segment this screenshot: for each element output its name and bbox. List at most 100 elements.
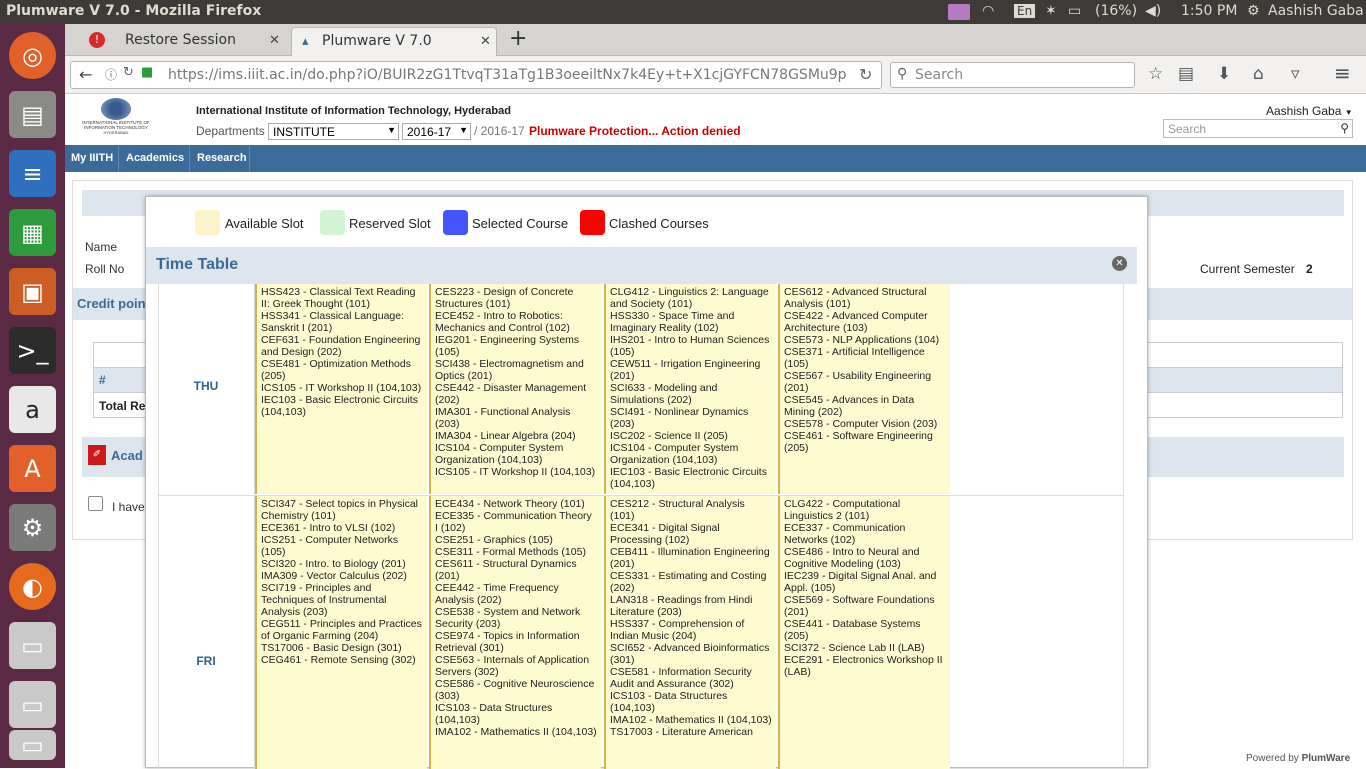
terminal-icon[interactable]: >_ xyxy=(9,327,56,374)
slot-cell[interactable]: CES223 - Design of Concrete Structures (… xyxy=(429,284,601,494)
pocket-icon[interactable]: ▿ xyxy=(1291,64,1300,84)
course-entry[interactable]: ICS103 - Data Structures (104,103) xyxy=(435,702,597,726)
firefox-icon[interactable]: ◐ xyxy=(9,563,56,610)
course-entry[interactable]: CSE567 - Usability Engineering (201) xyxy=(784,370,946,394)
course-entry[interactable]: TS17003 - Literature American xyxy=(610,726,772,738)
course-entry[interactable]: CSE251 - Graphics (105) xyxy=(435,534,597,546)
tab-restore-session[interactable]: ! Restore Session ✕ xyxy=(79,27,293,56)
reading-list-icon[interactable]: ▤ xyxy=(1178,64,1194,84)
slot-cell[interactable]: ECE434 - Network Theory (101) ECE335 - Co… xyxy=(429,496,601,769)
course-entry[interactable]: IMA301 - Functional Analysis (203) xyxy=(435,406,597,430)
course-entry[interactable]: SCI719 - Principles and Techniques of In… xyxy=(261,582,423,618)
slot-cell[interactable]: CLG422 - Computational Linguistics 2 (10… xyxy=(778,496,950,769)
course-entry[interactable]: CSE311 - Formal Methods (105) xyxy=(435,546,597,558)
gear-icon[interactable]: ⚙ xyxy=(1247,3,1260,19)
menu-icon[interactable]: ≡ xyxy=(1334,61,1351,85)
pdf-icon[interactable]: ✐ xyxy=(88,445,106,465)
course-entry[interactable]: ECE337 - Communication Networks (102) xyxy=(784,522,946,546)
bluetooth-icon[interactable]: ✶ xyxy=(1045,3,1057,19)
course-entry[interactable]: CSE578 - Computer Vision (203) xyxy=(784,418,946,430)
slot-cell[interactable]: HSS423 - Classical Text Reading II: Gree… xyxy=(255,284,427,494)
course-entry[interactable]: IEC103 - Basic Electronic Circuits (104,… xyxy=(610,466,772,490)
browser-search[interactable]: ⚲ Search xyxy=(890,62,1135,88)
course-entry[interactable]: CES331 - Estimating and Costing (202) xyxy=(610,570,772,594)
course-entry[interactable]: IEC239 - Digital Signal Anal. and Appl. … xyxy=(784,570,946,594)
course-entry[interactable]: HSS337 - Comprehension of Indian Music (… xyxy=(610,618,772,642)
course-entry[interactable]: ICS105 - IT Workshop II (104,103) xyxy=(261,382,423,394)
course-entry[interactable]: CSE538 - System and Network Security (20… xyxy=(435,606,597,630)
course-entry[interactable]: LAN318 - Readings from Hindi Literature … xyxy=(610,594,772,618)
slot-cell[interactable]: SCI347 - Select topics in Physical Chemi… xyxy=(255,496,427,769)
course-entry[interactable]: HSS341 - Classical Language: Sanskrit I … xyxy=(261,310,423,334)
agree-checkbox[interactable] xyxy=(88,496,103,511)
course-entry[interactable]: CEB411 - Illumination Engineering (201) xyxy=(610,546,772,570)
course-entry[interactable]: ICS104 - Computer System Organization (1… xyxy=(435,442,597,466)
drive-icon-2[interactable]: ▭ xyxy=(9,681,56,728)
menu-item-academics[interactable]: Academics xyxy=(126,152,184,164)
course-entry[interactable]: ICS104 - Computer System Organization (1… xyxy=(610,442,772,466)
course-entry[interactable]: SCI491 - Nonlinear Dynamics (203) xyxy=(610,406,772,430)
url-bar[interactable]: ← ⓘ ↻ ■ https://ims.iiit.ac.in/do.php?iO… xyxy=(70,61,882,89)
course-entry[interactable]: IMA309 - Vector Calculus (202) xyxy=(261,570,423,582)
course-entry[interactable]: ECE335 - Communication Theory I (102) xyxy=(435,510,597,534)
back-icon[interactable]: ← xyxy=(79,65,92,84)
course-entry[interactable]: ISC202 - Science II (205) xyxy=(610,430,772,442)
course-entry[interactable]: CES223 - Design of Concrete Structures (… xyxy=(435,286,597,310)
course-entry[interactable]: IEC103 - Basic Electronic Circuits (104,… xyxy=(261,394,423,418)
course-entry[interactable]: ECE341 - Digital Signal Processing (102) xyxy=(610,522,772,546)
reload-icon[interactable]: ↻ xyxy=(859,65,872,84)
slot-cell[interactable]: CES612 - Advanced Structural Analysis (1… xyxy=(778,284,950,494)
course-entry[interactable]: SCI320 - Intro. to Biology (201) xyxy=(261,558,423,570)
course-entry[interactable]: CSE461 - Software Engineering (205) xyxy=(784,430,946,454)
user-menu[interactable]: Aashish Gaba ▼ xyxy=(1266,104,1353,118)
course-entry[interactable]: IHS201 - Intro to Human Sciences (105) xyxy=(610,334,772,358)
wifi-icon[interactable]: ◠ xyxy=(982,3,994,19)
course-entry[interactable]: CSE481 - Optimization Methods (205) xyxy=(261,358,423,382)
menu-item-my-iiith[interactable]: My IIITH xyxy=(71,152,113,164)
course-entry[interactable]: CSE569 - Software Foundations (201) xyxy=(784,594,946,618)
course-entry[interactable]: CSE486 - Intro to Neural and Cognitive M… xyxy=(784,546,946,570)
download-icon[interactable]: ⬇ xyxy=(1217,64,1231,84)
course-entry[interactable]: HSS330 - Space Time and Imaginary Realit… xyxy=(610,310,772,334)
software-center-icon[interactable]: A xyxy=(9,445,56,492)
course-entry[interactable]: ECE361 - Intro to VLSI (102) xyxy=(261,522,423,534)
amazon-icon[interactable]: a xyxy=(9,386,56,433)
course-entry[interactable]: CEW511 - Irrigation Engineering (201) xyxy=(610,358,772,382)
course-entry[interactable]: CEG461 - Remote Sensing (302) xyxy=(261,654,423,666)
course-entry[interactable]: CES212 - Structural Analysis (101) xyxy=(610,498,772,522)
course-entry[interactable]: ICS105 - IT Workshop II (104,103) xyxy=(435,466,597,478)
department-select[interactable]: INSTITUTE ▼ xyxy=(268,123,399,140)
close-icon[interactable]: ✕ xyxy=(1112,256,1127,271)
slot-cell[interactable]: CES212 - Structural Analysis (101) ECE341… xyxy=(604,496,776,769)
course-entry[interactable]: CSE371 - Artificial Intelligence (105) xyxy=(784,346,946,370)
course-entry[interactable]: ECE434 - Network Theory (101) xyxy=(435,498,597,510)
year-select[interactable]: 2016-17 ▼ xyxy=(402,123,471,140)
keyboard-layout[interactable]: En xyxy=(1014,4,1036,18)
course-entry[interactable]: CLG422 - Computational Linguistics 2 (10… xyxy=(784,498,946,522)
course-entry[interactable]: CSE442 - Disaster Management (202) xyxy=(435,382,597,406)
course-entry[interactable]: CSE974 - Topics in Information Retrieval… xyxy=(435,630,597,654)
course-entry[interactable]: SCI652 - Advanced Bioinformatics (301) xyxy=(610,642,772,666)
course-entry[interactable]: CEE442 - Time Frequency Analysis (202) xyxy=(435,582,597,606)
course-entry[interactable]: ECE452 - Intro to Robotics: Mechanics an… xyxy=(435,310,597,334)
course-entry[interactable]: IEG201 - Engineering Systems (105) xyxy=(435,334,597,358)
course-entry[interactable]: CEG511 - Principles and Practices of Org… xyxy=(261,618,423,642)
info-icon[interactable]: ⓘ xyxy=(105,66,117,83)
slot-cell[interactable]: CLG412 - Linguistics 2: Language and Soc… xyxy=(604,284,776,494)
site-search-input[interactable]: Search ⚲ xyxy=(1163,119,1353,138)
battery-icon[interactable]: ▭ xyxy=(1068,3,1081,19)
course-entry[interactable]: CSE586 - Cognitive Neuroscience (303) xyxy=(435,678,597,702)
course-entry[interactable]: CSE422 - Advanced Computer Architecture … xyxy=(784,310,946,334)
close-icon[interactable]: ✕ xyxy=(480,34,491,49)
url-text[interactable]: https://ims.iiit.ac.in/do.php?iO/BUIR2zG… xyxy=(168,67,848,83)
writer-icon[interactable]: ≡ xyxy=(9,150,56,197)
course-entry[interactable]: SCI347 - Select topics in Physical Chemi… xyxy=(261,498,423,522)
course-entry[interactable]: CSE573 - NLP Applications (104) xyxy=(784,334,946,346)
course-entry[interactable]: ICS103 - Data Structures (104,103) xyxy=(610,690,772,714)
course-entry[interactable]: CES611 - Structural Dynamics (201) xyxy=(435,558,597,582)
home-icon[interactable]: ⌂ xyxy=(1253,64,1264,84)
course-entry[interactable]: CSE581 - Information Security Audit and … xyxy=(610,666,772,690)
course-entry[interactable]: SCI633 - Modeling and Simulations (202) xyxy=(610,382,772,406)
course-entry[interactable]: CEF631 - Foundation Engineering and Desi… xyxy=(261,334,423,358)
course-entry[interactable]: CSE563 - Internals of Application Server… xyxy=(435,654,597,678)
